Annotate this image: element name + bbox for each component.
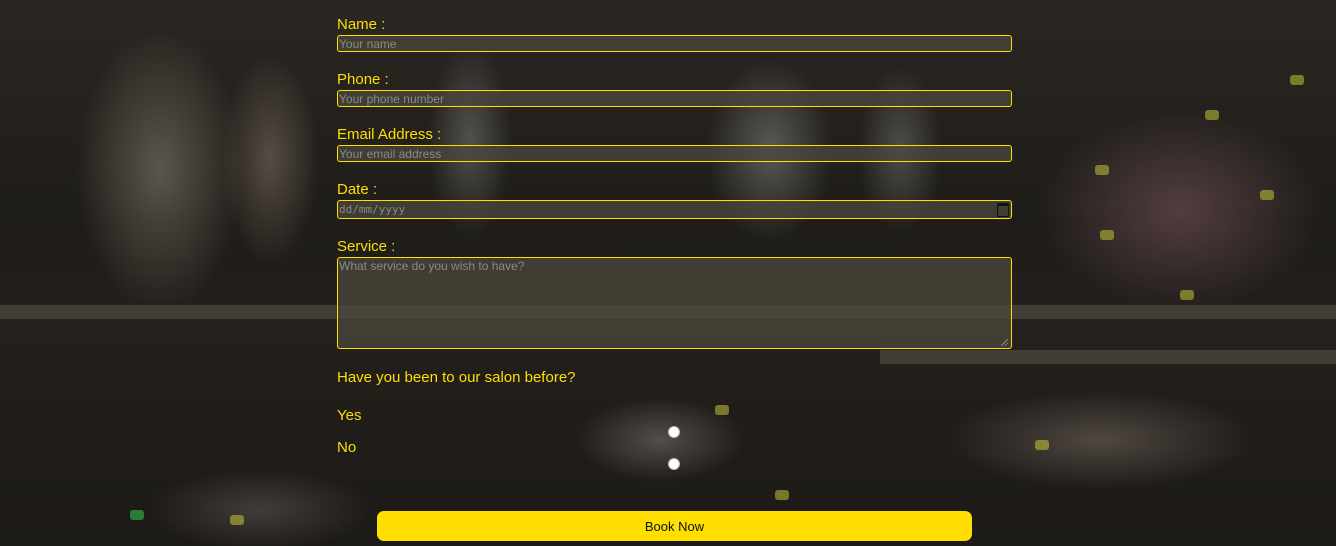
background-decor xyxy=(715,405,729,415)
background-decor xyxy=(230,515,244,525)
background-decor xyxy=(1205,110,1219,120)
phone-input[interactable] xyxy=(337,90,1012,107)
yes-label: Yes xyxy=(337,407,362,424)
background-decor xyxy=(1180,290,1194,300)
background-decor xyxy=(1100,230,1114,240)
background-decor xyxy=(130,510,144,520)
resize-grip-icon[interactable] xyxy=(1001,339,1008,346)
no-radio[interactable] xyxy=(668,458,680,470)
calendar-icon[interactable] xyxy=(997,202,1009,217)
service-textarea[interactable] xyxy=(337,257,1012,349)
email-input[interactable] xyxy=(337,145,1012,162)
yes-radio[interactable] xyxy=(668,426,680,438)
date-label: Date : xyxy=(337,181,378,198)
background-shelf xyxy=(880,350,1336,364)
email-label: Email Address : xyxy=(337,126,442,143)
background-decor xyxy=(1290,75,1304,85)
name-input[interactable] xyxy=(337,35,1012,52)
date-input[interactable]: dd/mm/yyyy xyxy=(337,200,1012,219)
background-decor xyxy=(775,490,789,500)
service-label: Service : xyxy=(337,238,396,255)
visited-question: Have you been to our salon before? xyxy=(337,369,576,386)
name-label: Name : xyxy=(337,16,386,33)
date-placeholder: dd/mm/yyyy xyxy=(339,203,406,216)
book-now-button[interactable]: Book Now xyxy=(377,511,972,541)
background-decor xyxy=(1095,165,1109,175)
no-label: No xyxy=(337,439,357,456)
phone-label: Phone : xyxy=(337,71,389,88)
background-decor xyxy=(1035,440,1049,450)
background-decor xyxy=(1260,190,1274,200)
